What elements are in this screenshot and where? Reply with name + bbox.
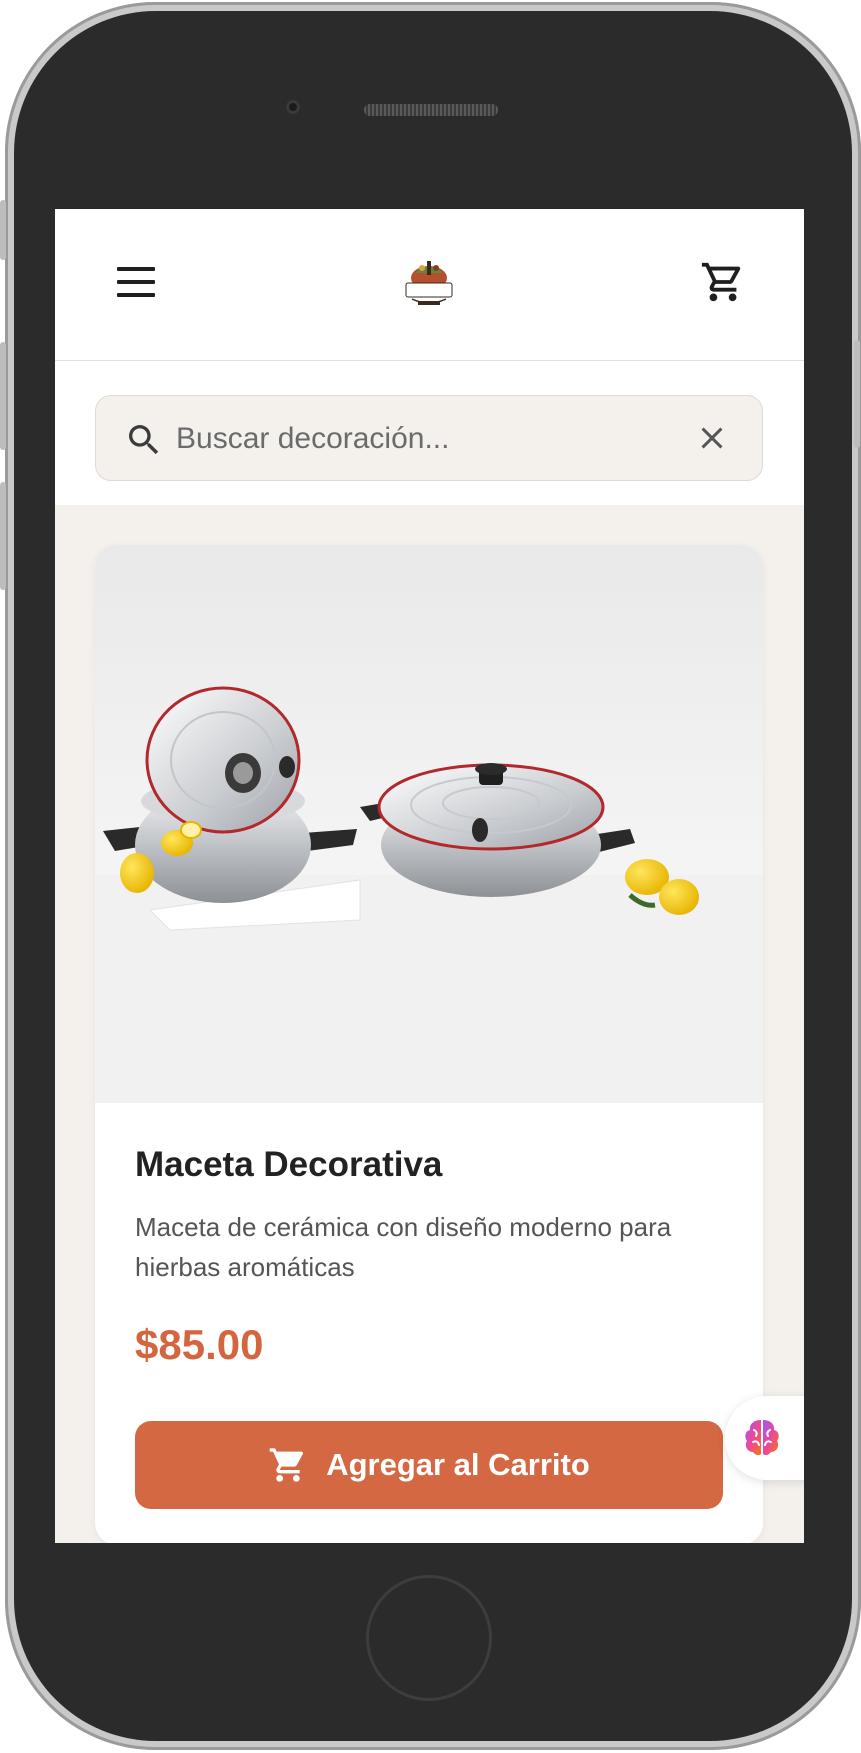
search-bar-container <box>55 361 804 505</box>
close-icon[interactable] <box>694 420 730 456</box>
product-title: Maceta Decorativa <box>135 1145 443 1184</box>
cart-plus-icon <box>269 1448 304 1482</box>
hamburger-menu-icon[interactable] <box>117 267 155 297</box>
add-to-cart-label: Agregar al Carrito <box>326 1447 590 1482</box>
mute-switch <box>0 200 6 260</box>
volume-down-button <box>0 482 6 590</box>
add-to-cart-button[interactable]: Agregar al Carrito <box>135 1421 723 1509</box>
power-button <box>854 340 860 448</box>
cart-glyph <box>701 262 741 302</box>
cookware-photo <box>95 686 763 1103</box>
app-header <box>55 209 804 361</box>
ai-assistant-button[interactable] <box>725 1396 804 1480</box>
home-button[interactable] <box>366 1575 492 1701</box>
product-price: $85.00 <box>135 1321 264 1368</box>
product-description: Maceta de cerámica con diseño moderno pa… <box>135 1212 672 1282</box>
kitchen-master-logo[interactable] <box>400 259 458 314</box>
search-input[interactable] <box>174 412 638 466</box>
search-icon <box>124 420 164 460</box>
volume-up-button <box>0 342 6 450</box>
app-screen: Maceta Decorativa Maceta de cerámica con… <box>55 209 804 1543</box>
logo-graphic <box>405 261 453 305</box>
shopping-cart-icon[interactable] <box>700 259 746 305</box>
front-camera <box>286 100 300 114</box>
search-box <box>95 395 763 481</box>
earpiece-speaker <box>364 104 498 116</box>
product-image[interactable] <box>95 545 763 1103</box>
product-card[interactable]: Maceta Decorativa Maceta de cerámica con… <box>95 545 763 1543</box>
product-info: Maceta Decorativa Maceta de cerámica con… <box>95 1103 763 1543</box>
brain-icon <box>745 1420 779 1456</box>
